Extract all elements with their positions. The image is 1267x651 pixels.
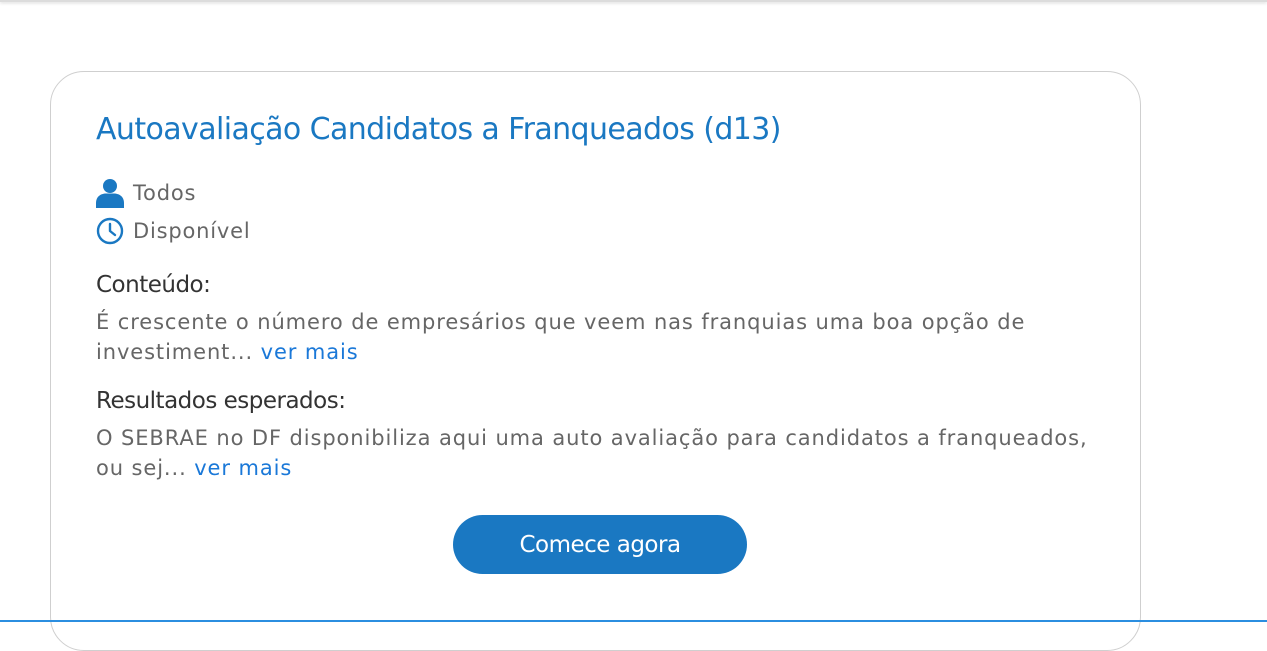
availability-label: Disponível [133,219,251,243]
results-heading: Resultados esperados: [96,388,346,414]
audience-label: Todos [133,181,197,205]
content-see-more-link[interactable]: ver mais [261,340,359,364]
start-now-button[interactable]: Comece agora [453,515,747,574]
audience-row: Todos [96,178,196,208]
availability-row: Disponível [96,216,250,246]
content-description: É crescente o número de empresários que … [96,307,1106,367]
user-icon [96,178,124,208]
content-excerpt: É crescente o número de empresários que … [96,310,1026,364]
results-see-more-link[interactable]: ver mais [194,456,292,480]
course-card: Autoavaliação Candidatos a Franqueados (… [50,71,1141,651]
clock-icon [96,216,124,246]
results-description: O SEBRAE no DF disponibiliza aqui uma au… [96,423,1106,483]
content-heading: Conteúdo: [96,272,211,298]
top-header-shadow [0,0,1267,2]
course-title[interactable]: Autoavaliação Candidatos a Franqueados (… [96,112,781,147]
